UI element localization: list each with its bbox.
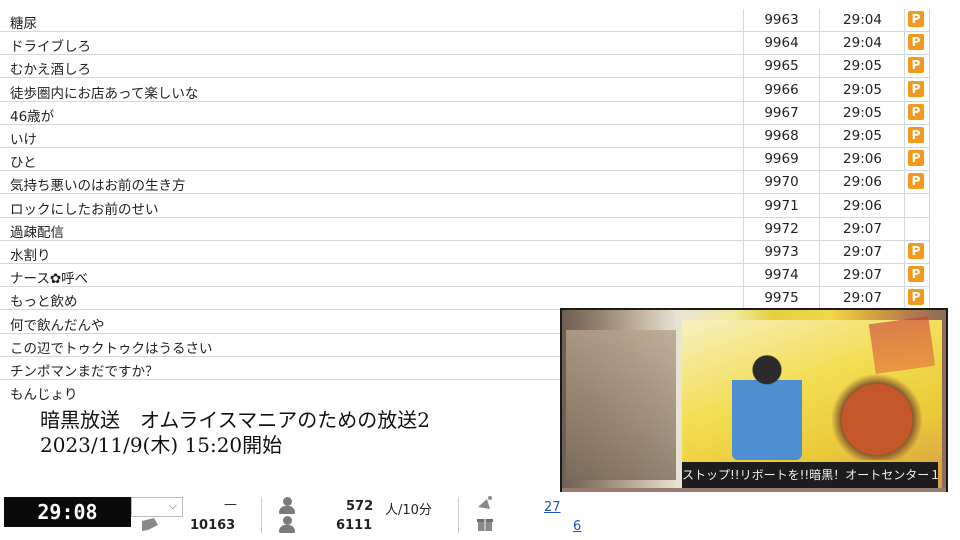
premium-badge-icon: P [908, 289, 924, 306]
broadcast-title: 暗黒放送 オムライスマニアのための放送2 [40, 408, 430, 432]
viewers-rate: 572 [346, 499, 374, 514]
poster-red-lettering [868, 316, 936, 374]
premium-badge-icon: P [908, 127, 924, 143]
ad-points-link[interactable]: 27 [544, 500, 561, 515]
poster-caption: ストップ!!リボートを!!暗黒！オートセンター１００人必見！ [682, 462, 938, 488]
comment-time: 29:07 [843, 267, 882, 284]
premium-badge-icon: P [908, 173, 924, 190]
comment-text: 気持ち悪いのはお前の生き方 [10, 178, 186, 195]
comment-time: 29:06 [843, 174, 882, 191]
comment-number: 9964 [764, 35, 799, 52]
comment-number: 9965 [764, 58, 799, 75]
premium-badge-icon: P [908, 57, 924, 74]
comment-time: 29:07 [843, 290, 882, 307]
divider [261, 497, 262, 533]
comment-row[interactable]: 過疎配信 9972 29:07 [0, 218, 930, 241]
comment-text: ドライブしろ [10, 39, 91, 56]
comment-time: 29:05 [843, 128, 882, 144]
comment-row[interactable]: いけ 9968 29:05 P [0, 125, 930, 148]
comment-text: 過疎配信 [10, 224, 64, 241]
premium-badge-icon: P [908, 266, 924, 283]
broadcast-start-time: 2023/11/9(木) 15:20開始 [40, 433, 283, 457]
comment-text: 水割り [10, 248, 51, 264]
comment-time: 29:06 [843, 151, 882, 168]
comment-text: 徒歩圏内にお店あって楽しいな [10, 85, 199, 102]
comment-number: 9971 [764, 197, 799, 214]
comment-text: 46歳が [10, 108, 55, 125]
comment-row[interactable]: 徒歩圏内にお店あって楽しいな 9966 29:05 P [0, 79, 930, 102]
comment-text: いけ [10, 132, 37, 148]
playback-select[interactable]: ⌵ [131, 497, 183, 517]
comment-text: ナース✿呼べ [10, 271, 89, 288]
comment-time: 29:05 [843, 58, 882, 75]
comment-icon [140, 517, 160, 537]
comment-text: ロックにしたお前のせい [10, 201, 159, 218]
comment-number: 9974 [764, 267, 799, 284]
comment-row[interactable]: ドライブしろ 9964 29:04 P [0, 32, 930, 56]
comment-count: 10163 [190, 518, 236, 533]
elapsed-time: 29:08 [4, 497, 131, 527]
comment-row[interactable]: むかえ酒しろ 9965 29:05 P [0, 55, 930, 79]
video-background-board [566, 330, 676, 480]
comment-row[interactable]: ロックにしたお前のせい 9971 29:06 [0, 195, 930, 218]
comment-text: チンポマンまだですか？ [10, 364, 159, 380]
premium-badge-icon: P [908, 34, 924, 51]
premium-badge-icon: P [908, 243, 924, 259]
comment-row[interactable]: 水割り 9973 29:07 P [0, 241, 930, 264]
premium-badge-icon: P [908, 80, 924, 97]
divider [458, 497, 459, 533]
comment-text: この辺でトゥクトゥクはうるさい [10, 340, 213, 357]
poster-figure [732, 350, 802, 460]
gift-icon [475, 515, 495, 535]
comment-number: 9972 [764, 220, 799, 237]
comment-number: 9973 [764, 244, 799, 260]
comment-time: 29:07 [843, 220, 882, 237]
comment-number: 9968 [764, 128, 799, 144]
dash-indicator: — [224, 497, 237, 512]
premium-badge-icon: P [908, 150, 924, 167]
comment-time: 29:04 [843, 12, 882, 28]
comment-time: 29:04 [843, 35, 882, 52]
comment-text: 何で飲んだんや [10, 317, 105, 334]
poster-food [832, 370, 922, 460]
viewers-rate-icon [277, 496, 297, 516]
comment-text: むかえ酒しろ [10, 62, 91, 79]
chevron-down-icon: ⌵ [168, 499, 177, 512]
comment-time: 29:06 [843, 197, 882, 214]
comment-text: 糖尿 [10, 16, 37, 32]
comment-row[interactable]: もっと飲め 9975 29:07 P [0, 287, 930, 311]
broadcast-title-overlay: 暗黒放送 オムライスマニアのための放送2 2023/11/9(木) 15:20開… [40, 408, 430, 458]
ad-icon [475, 495, 495, 515]
comment-time: 29:05 [843, 81, 882, 98]
comment-number: 9975 [764, 290, 799, 307]
comment-text: もっと飲め [10, 294, 78, 311]
comment-time: 29:07 [843, 244, 882, 260]
comment-time: 29:05 [843, 104, 882, 121]
comment-row[interactable]: ひと 9969 29:06 P [0, 148, 930, 172]
comment-row[interactable]: 糖尿 9963 29:04 P [0, 9, 930, 32]
viewers-rate-unit: 人/10分 [385, 503, 432, 518]
comment-row[interactable]: ナース✿呼べ 9974 29:07 P [0, 264, 930, 288]
premium-badge-icon: P [908, 103, 924, 120]
premium-badge-icon: P [908, 11, 924, 27]
comment-row[interactable]: 46歳が 9967 29:05 P [0, 102, 930, 125]
viewers-total-icon [277, 515, 297, 535]
gift-points-link[interactable]: 6 [573, 519, 581, 534]
comment-number: 9967 [764, 104, 799, 121]
comment-text: ひと [10, 155, 37, 172]
comment-number: 9963 [764, 12, 799, 28]
comment-number: 9969 [764, 151, 799, 168]
comment-number: 9970 [764, 174, 799, 191]
viewers-total: 6111 [336, 518, 373, 533]
comment-number: 9966 [764, 81, 799, 98]
comment-row[interactable]: 気持ち悪いのはお前の生き方 9970 29:06 P [0, 171, 930, 195]
comment-text: もんじょり [10, 387, 78, 401]
